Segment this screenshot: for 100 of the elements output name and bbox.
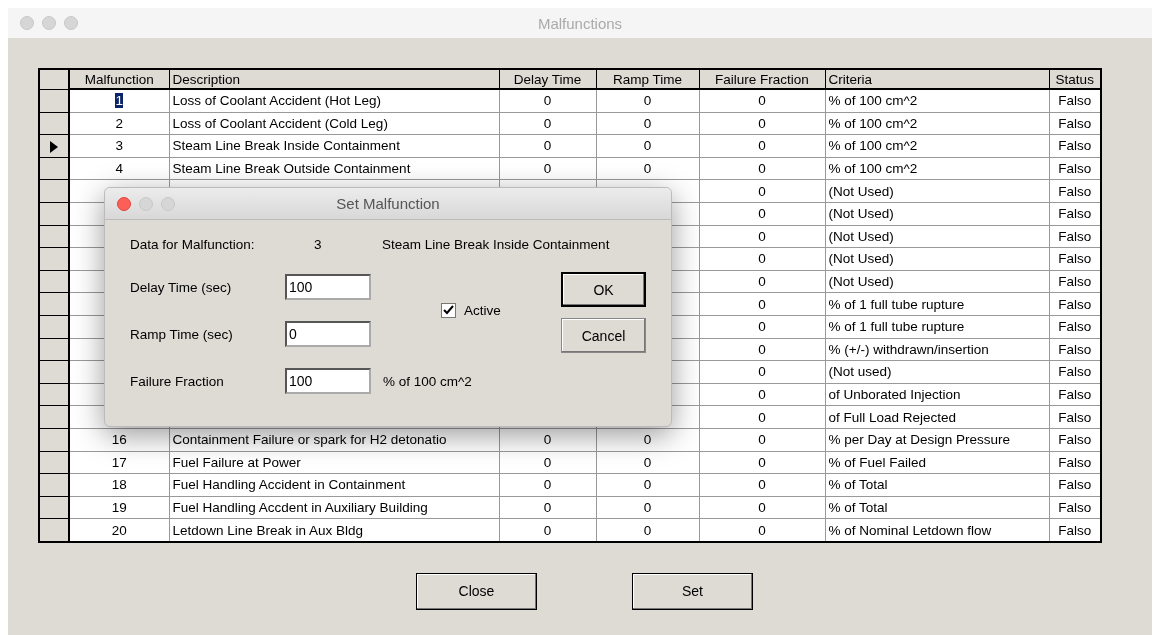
column-header[interactable]: Failure Fraction xyxy=(699,69,825,89)
table-cell: 0 xyxy=(643,522,652,538)
table-cell: 0 xyxy=(758,183,766,199)
unit-label: % of 100 cm^2 xyxy=(382,373,473,389)
table-cell: Falso xyxy=(1058,409,1092,425)
table-cell: 3 xyxy=(115,138,123,154)
table-cell: 0 xyxy=(543,432,552,448)
table-cell: 0 xyxy=(758,500,766,515)
row-header[interactable] xyxy=(39,473,69,497)
table-cell: % of 100 cm^2 xyxy=(828,115,918,131)
row-header[interactable] xyxy=(39,338,69,361)
table-cell: 0 xyxy=(758,364,766,380)
table-cell: 0 xyxy=(643,93,652,109)
table-cell: % of 100 cm^2 xyxy=(828,93,918,109)
set-button[interactable]: Set xyxy=(632,572,753,610)
table-cell: Loss of Coolant Accident (Hot Leg) xyxy=(172,93,382,109)
close-button[interactable]: Close xyxy=(416,572,537,610)
table-cell: 0 xyxy=(758,409,766,425)
row-header[interactable] xyxy=(39,405,69,429)
active-checkbox[interactable] xyxy=(441,303,456,318)
table-cell: Falso xyxy=(1058,522,1092,538)
field-label: Ramp Time (sec) xyxy=(130,326,234,342)
column-header[interactable]: Delay Time xyxy=(499,69,596,89)
field-label: Failure Fraction xyxy=(130,373,225,389)
table-cell: 4 xyxy=(115,161,123,177)
table-cell: 0 xyxy=(758,138,766,154)
row-header[interactable] xyxy=(39,292,69,316)
table-cell: 0 xyxy=(543,93,552,109)
table-cell: of Unborated Injection xyxy=(828,387,961,402)
row-header[interactable] xyxy=(39,225,69,248)
table-cell: (Not Used) xyxy=(828,206,894,222)
field-label: Delay Time (sec) xyxy=(130,279,233,295)
row-header[interactable] xyxy=(39,496,69,519)
close-button[interactable] xyxy=(117,196,131,211)
table-cell: Falso xyxy=(1058,296,1092,312)
row-header[interactable] xyxy=(39,89,69,113)
table-cell: 16 xyxy=(111,432,127,448)
column-header[interactable]: Description xyxy=(169,69,499,89)
column-header[interactable]: Ramp Time xyxy=(596,69,699,89)
table-cell: Falso xyxy=(1058,138,1092,154)
table-cell: Falso xyxy=(1058,500,1092,515)
table-cell: Falso xyxy=(1058,432,1092,448)
row-header[interactable] xyxy=(39,451,69,474)
table-cell: 0 xyxy=(543,161,552,177)
table-cell: 0 xyxy=(758,477,766,493)
row-header[interactable] xyxy=(39,112,69,135)
row-header[interactable] xyxy=(39,270,69,293)
table-cell: Falso xyxy=(1058,115,1092,131)
table-cell: Falso xyxy=(1058,228,1092,244)
table-cell: 0 xyxy=(643,432,652,448)
cancel-button[interactable]: Cancel xyxy=(561,318,646,353)
table-cell: 0 xyxy=(643,454,652,470)
table-cell: 0 xyxy=(758,341,766,357)
table-cell: 2 xyxy=(115,115,123,131)
table-cell: Falso xyxy=(1058,387,1092,402)
table-cell: (Not Used) xyxy=(828,274,894,290)
malfunction-number: 3 xyxy=(314,237,323,252)
ok-button[interactable]: OK xyxy=(561,272,646,307)
table-cell: 0 xyxy=(643,161,652,177)
table-cell: 0 xyxy=(758,296,766,312)
table-cell: of Full Load Rejected xyxy=(828,409,957,425)
window-title: Malfunctions xyxy=(536,14,624,32)
row-header[interactable] xyxy=(39,428,69,451)
table-cell: 0 xyxy=(758,432,766,448)
checkbox-label: Active xyxy=(464,303,501,318)
table-cell: Falso xyxy=(1058,161,1092,177)
table-cell: 0 xyxy=(758,522,766,538)
table-cell: % of 1 full tube rupture xyxy=(828,296,965,312)
table-cell: % per Day at Design Pressure xyxy=(828,432,1011,448)
column-header[interactable]: Criteria xyxy=(825,69,1049,89)
table-cell: 0 xyxy=(543,115,552,131)
row-header[interactable] xyxy=(39,360,69,384)
row-header[interactable] xyxy=(39,518,69,542)
table-cell: 0 xyxy=(543,138,552,154)
row-header[interactable] xyxy=(39,202,69,226)
input-field[interactable]: 0 xyxy=(285,321,371,347)
table-cell: Falso xyxy=(1058,206,1092,222)
table-cell: % of 100 cm^2 xyxy=(828,161,918,177)
table-cell: Fuel Handling Accdent in Auxiliary Building xyxy=(172,500,428,515)
table-cell: 0 xyxy=(758,206,766,222)
input-field[interactable]: 100 xyxy=(285,368,371,394)
table-cell: % (+/-) withdrawn/insertion xyxy=(828,341,989,357)
input-field[interactable]: 100 xyxy=(285,274,371,300)
column-header[interactable]: Malfunction xyxy=(69,69,169,89)
table-cell: Falso xyxy=(1058,341,1092,357)
table-cell: Falso xyxy=(1058,477,1092,493)
row-header[interactable] xyxy=(39,247,69,271)
table-cell: % of Fuel Failed xyxy=(828,454,927,470)
row-header[interactable] xyxy=(39,157,69,180)
table-cell: Falso xyxy=(1058,183,1092,199)
row-header[interactable] xyxy=(39,315,69,339)
table-cell: 0 xyxy=(758,251,766,267)
row-header[interactable] xyxy=(39,179,69,203)
row-header[interactable] xyxy=(39,134,69,158)
table-cell: 0 xyxy=(758,274,766,290)
table-cell: 1 xyxy=(115,93,123,109)
table-cell: 0 xyxy=(543,522,552,538)
row-header[interactable] xyxy=(39,383,69,406)
column-header[interactable]: Status xyxy=(1049,69,1101,89)
dialog-title: Set Malfunction xyxy=(335,195,441,212)
